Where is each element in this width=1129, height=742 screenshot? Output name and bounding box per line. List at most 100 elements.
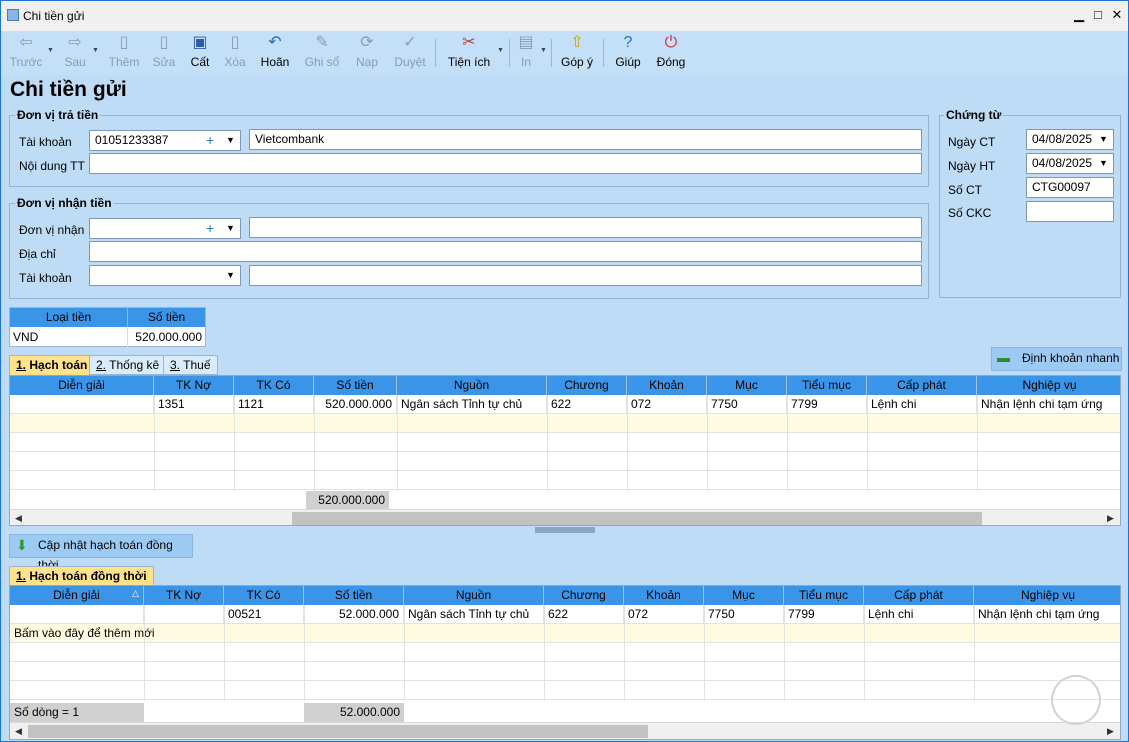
next-button[interactable]: ⇨ Sau (59, 33, 91, 73)
scroll-right-icon[interactable]: ▶ (1102, 723, 1119, 739)
save-button[interactable]: ▣ Cất (185, 33, 215, 73)
currency-type-cell[interactable]: VND (10, 328, 128, 347)
tab-hach-toan-dong-thoi[interactable]: 1. Hạch toán đồng thời (9, 566, 154, 586)
col-nguon[interactable]: Nguồn (404, 586, 544, 605)
table-row[interactable]: 1351 1121 520.000.000 Ngân sách Tỉnh tự … (10, 395, 1120, 414)
payer-bank-field[interactable]: Vietcombank (249, 129, 922, 150)
col-khoan[interactable]: Khoản (624, 586, 704, 605)
print-dropdown-icon[interactable]: ▼ (540, 47, 547, 54)
chevron-down-icon[interactable]: ▼ (226, 131, 235, 150)
so-ckc-field[interactable] (1026, 201, 1114, 222)
col-tieu-muc[interactable]: Tiểu mục (784, 586, 864, 605)
payee-address-field[interactable] (89, 241, 922, 262)
cell-tk-no[interactable]: 1351 (154, 395, 234, 414)
add-new-row[interactable]: Bấm vào đây để thêm mới (10, 624, 1120, 643)
cell-chuong[interactable]: 622 (547, 395, 627, 414)
feedback-button[interactable]: ⇧ Góp ý (559, 33, 595, 73)
cell-so-tien[interactable]: 52.000.000 (304, 605, 404, 624)
undo-button[interactable]: ↶ Hoãn (257, 33, 293, 73)
col-dien-giai[interactable]: Diễn giải (10, 586, 144, 605)
chevron-down-icon[interactable]: ▼ (1099, 154, 1108, 173)
help-button[interactable]: ? Giúp (613, 33, 643, 73)
horizontal-scrollbar[interactable]: ◀ ▶ (10, 509, 1120, 525)
payer-content-field[interactable] (89, 153, 922, 174)
col-tk-co[interactable]: TK Có (234, 376, 314, 395)
post-button[interactable]: ✎ Ghi sổ (301, 33, 343, 73)
tab-hach-toan[interactable]: 1. Hạch toán (9, 355, 95, 375)
cell-dien-giai[interactable] (10, 395, 154, 414)
cell-muc[interactable]: 7750 (707, 395, 787, 414)
approve-button[interactable]: ✓ Duyệt (391, 33, 429, 73)
cell-tieu-muc[interactable]: 7799 (784, 605, 864, 624)
cell-nghiep-vu[interactable]: Nhận lệnh chi tạm ứng (977, 395, 1120, 414)
tab-thong-ke[interactable]: 2. Thống kê (89, 355, 167, 375)
tab-thue[interactable]: 3. Thuế (163, 355, 218, 375)
scroll-right-icon[interactable]: ▶ (1102, 510, 1119, 525)
splitter-handle[interactable] (535, 527, 595, 533)
payee-account-name-field[interactable] (249, 265, 922, 286)
cell-so-tien[interactable]: 520.000.000 (314, 395, 397, 414)
prev-dropdown-icon[interactable]: ▼ (47, 47, 54, 54)
minimize-icon[interactable]: ▁ (1071, 8, 1087, 22)
table-row[interactable]: 00521 52.000.000 Ngân sách Tỉnh tự chủ 6… (10, 605, 1120, 624)
cell-khoan[interactable]: 072 (627, 395, 707, 414)
close-button[interactable]: ⏻ Đóng (653, 33, 689, 73)
empty-row[interactable] (10, 452, 1120, 471)
scroll-thumb[interactable] (292, 512, 982, 525)
payee-unit-combo[interactable]: + ▼ (89, 218, 241, 239)
col-chuong[interactable]: Chương (544, 586, 624, 605)
col-muc[interactable]: Mục (704, 586, 784, 605)
cell-tk-no[interactable] (144, 605, 224, 624)
col-nghiep-vu[interactable]: Nghiệp vụ (977, 376, 1120, 395)
utilities-button[interactable]: ✂ Tiện ích (445, 33, 493, 73)
empty-row[interactable] (10, 433, 1120, 452)
prev-button[interactable]: ⇦ Trước (7, 33, 45, 73)
col-dien-giai[interactable]: Diễn giải (10, 376, 154, 395)
add-button[interactable]: ▯ Thêm (107, 33, 141, 73)
cell-tk-co[interactable]: 1121 (234, 395, 314, 414)
close-icon[interactable]: ✕ (1109, 8, 1125, 22)
cell-muc[interactable]: 7750 (704, 605, 784, 624)
col-tieu-muc[interactable]: Tiểu mục (787, 376, 867, 395)
sort-ascending-icon[interactable]: △ (132, 588, 139, 599)
print-button[interactable]: ▤ In (513, 33, 539, 73)
delete-button[interactable]: ▯ Xóa (219, 33, 251, 73)
empty-row[interactable] (10, 643, 1120, 662)
col-chuong[interactable]: Chương (547, 376, 627, 395)
col-khoan[interactable]: Khoản (627, 376, 707, 395)
cell-dien-giai[interactable] (10, 605, 144, 624)
new-row[interactable] (10, 414, 1120, 433)
cell-nguon[interactable]: Ngân sách Tỉnh tự chủ (397, 395, 547, 414)
empty-row[interactable] (10, 662, 1120, 681)
empty-row[interactable] (10, 471, 1120, 490)
cell-cap-phat[interactable]: Lệnh chi (867, 395, 977, 414)
col-tk-no[interactable]: TK Nợ (144, 586, 224, 605)
date-ct-picker[interactable]: 04/08/2025 ▼ (1026, 129, 1114, 150)
col-cap-phat[interactable]: Cấp phát (864, 586, 974, 605)
col-nghiep-vu[interactable]: Nghiệp vụ (974, 586, 1120, 605)
cell-tieu-muc[interactable]: 7799 (787, 395, 867, 414)
scroll-left-icon[interactable]: ◀ (10, 510, 27, 525)
maximize-icon[interactable]: □ (1090, 8, 1106, 22)
chevron-down-icon[interactable]: ▼ (226, 266, 235, 285)
next-dropdown-icon[interactable]: ▼ (92, 47, 99, 54)
scroll-left-icon[interactable]: ◀ (10, 723, 27, 739)
edit-button[interactable]: ▯ Sửa (148, 33, 180, 73)
scroll-thumb[interactable] (28, 725, 648, 738)
payee-unit-name-field[interactable] (249, 217, 922, 238)
cell-nguon[interactable]: Ngân sách Tỉnh tự chủ (404, 605, 544, 624)
horizontal-scrollbar[interactable]: ◀ ▶ (10, 722, 1120, 739)
cell-cap-phat[interactable]: Lệnh chi (864, 605, 974, 624)
so-ct-field[interactable]: CTG00097 (1026, 177, 1114, 198)
chevron-down-icon[interactable]: ▼ (1099, 130, 1108, 149)
add-icon[interactable]: + (206, 219, 214, 238)
payee-account-combo[interactable]: ▼ (89, 265, 241, 286)
col-muc[interactable]: Mục (707, 376, 787, 395)
chevron-down-icon[interactable]: ▼ (226, 219, 235, 238)
col-so-tien[interactable]: Số tiền (304, 586, 404, 605)
empty-row[interactable] (10, 681, 1120, 700)
quick-entry-button[interactable]: ▬ Định khoản nhanh (991, 347, 1122, 371)
col-tk-co[interactable]: TK Có (224, 586, 304, 605)
payer-account-combo[interactable]: 01051233387 + ▼ (89, 130, 241, 151)
add-icon[interactable]: + (206, 131, 214, 150)
